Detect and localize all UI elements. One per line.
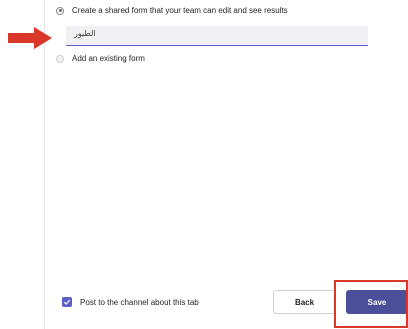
red-arrow-icon (8, 27, 52, 49)
radio-option-shared-form[interactable]: Create a shared form that your team can … (56, 6, 288, 15)
radio-unselected-icon[interactable] (56, 54, 64, 63)
form-name-value: الطيور (74, 29, 96, 38)
shared-form-label: Create a shared form that your team can … (72, 6, 288, 15)
back-button[interactable]: Back (273, 290, 336, 314)
post-to-channel-label: Post to the channel about this tab (80, 297, 199, 307)
form-setup-panel (44, 0, 408, 329)
radio-option-existing-form[interactable]: Add an existing form (56, 54, 145, 63)
form-name-input[interactable] (66, 26, 368, 46)
post-to-channel-checkbox-row[interactable]: Post to the channel about this tab (62, 297, 199, 307)
checkbox-checked-icon[interactable] (62, 297, 72, 307)
save-button[interactable]: Save (346, 290, 408, 314)
radio-selected-icon[interactable] (56, 6, 64, 15)
existing-form-label: Add an existing form (72, 54, 145, 63)
